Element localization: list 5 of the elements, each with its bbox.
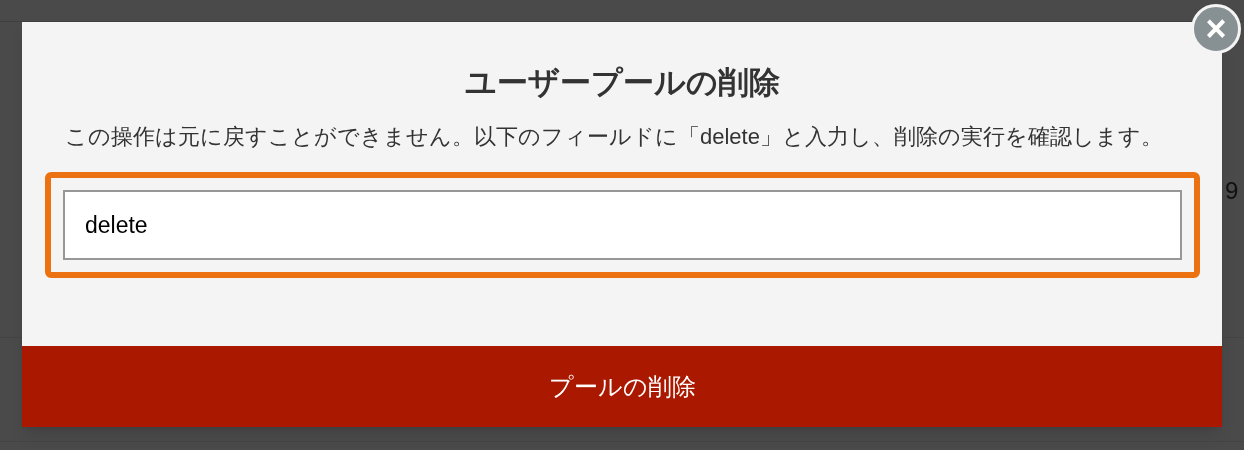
- dialog-message: この操作は元に戻すことができません。以下のフィールドに「delete」と入力し、削除の実行を確認します。: [65, 123, 1164, 151]
- confirm-input-field[interactable]: delete: [63, 190, 1182, 260]
- table-cell: 9: [1225, 177, 1239, 205]
- delete-pool-button[interactable]: プールの削除: [22, 346, 1222, 427]
- dialog-title: ユーザープールの削除: [464, 64, 780, 102]
